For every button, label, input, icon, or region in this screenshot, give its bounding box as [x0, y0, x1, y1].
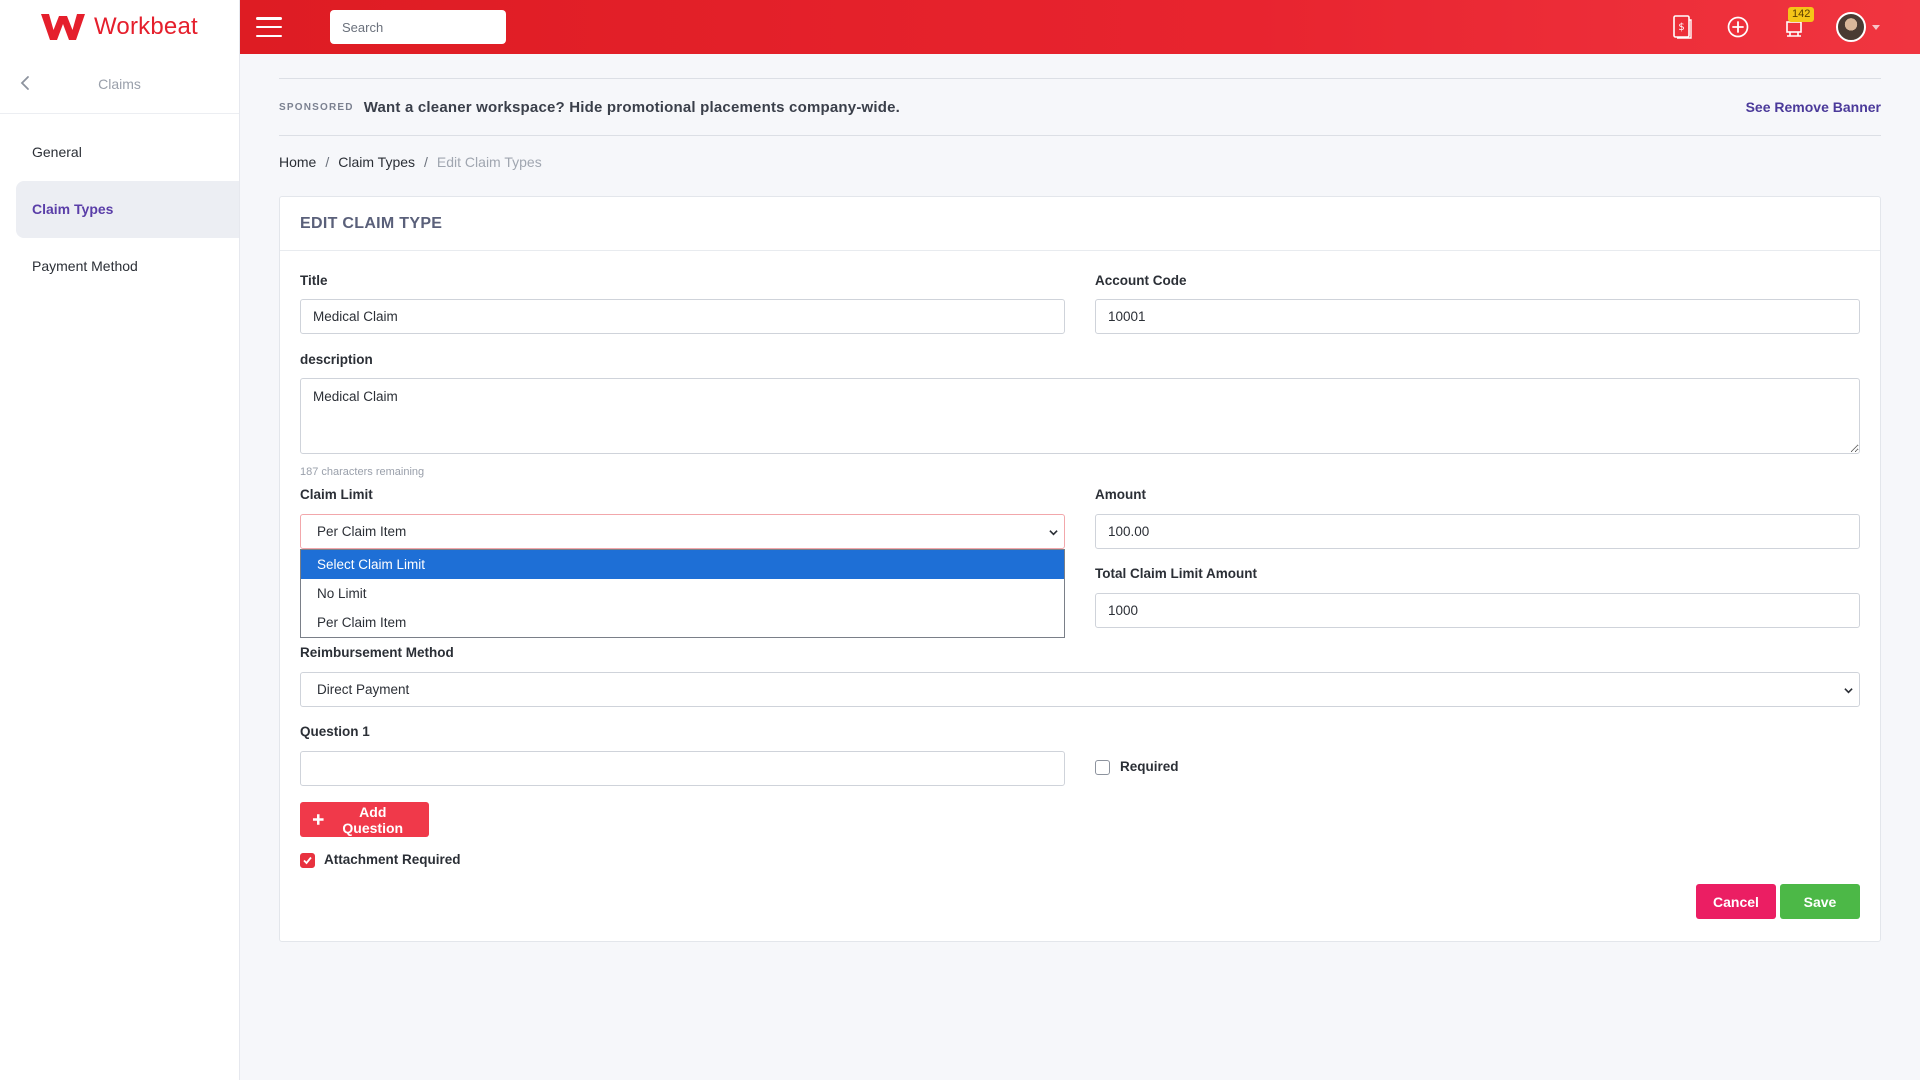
claim-limit-dropdown: Select Claim Limit No Limit Per Claim It…: [300, 549, 1065, 638]
sidebar-item-payment-method[interactable]: Payment Method: [0, 238, 239, 295]
plus-icon: [312, 814, 324, 825]
reimbursement-selected: Direct Payment: [317, 682, 410, 697]
chevron-down-icon: [1049, 530, 1058, 536]
sidebar: Workbeat Claims General Claim Types Paym…: [0, 0, 240, 1080]
page-title: EDIT CLAIM TYPE: [300, 214, 443, 232]
claim-limit-option[interactable]: Per Claim Item: [301, 608, 1064, 637]
remove-banner-link[interactable]: See Remove Banner: [1746, 99, 1881, 115]
reimbursement-select[interactable]: Direct Payment: [300, 672, 1860, 707]
cancel-button[interactable]: Cancel: [1696, 884, 1776, 919]
checkmark-icon: [303, 856, 312, 865]
breadcrumb-separator: /: [325, 154, 330, 170]
description-label: description: [300, 352, 373, 367]
back-arrow-icon[interactable]: [14, 72, 36, 94]
notification-badge: 142: [1788, 7, 1815, 22]
breadcrumb-claim-types[interactable]: Claim Types: [338, 154, 415, 174]
sidebar-item-claim-types[interactable]: Claim Types: [16, 181, 239, 238]
breadcrumb-current: Edit Claim Types: [436, 154, 542, 170]
reimbursement-label: Reimbursement Method: [300, 645, 454, 660]
svg-text:$: $: [1678, 22, 1684, 33]
characters-remaining: 187 characters remaining: [300, 466, 425, 478]
account-code-label: Account Code: [1095, 273, 1187, 288]
claim-limit-option[interactable]: No Limit: [301, 579, 1064, 608]
chevron-down-icon: [1872, 24, 1880, 30]
amount-label: Amount: [1095, 487, 1146, 502]
breadcrumb: Home / Claim Types / Edit Claim Types: [279, 154, 1881, 174]
workbeat-logo-icon: [41, 14, 85, 40]
required-label: Required: [1120, 759, 1179, 774]
brand-name: Workbeat: [94, 13, 198, 40]
sidebar-item-general[interactable]: General: [0, 124, 239, 181]
add-question-label: Add Question: [342, 803, 404, 836]
search-input[interactable]: [330, 10, 506, 44]
topbar: $ 142: [240, 0, 1920, 54]
title-input[interactable]: [300, 299, 1065, 334]
save-button[interactable]: Save: [1780, 884, 1860, 919]
edit-claim-type-card: EDIT CLAIM TYPE Title Account Code descr…: [279, 196, 1881, 942]
topbar-actions: $ 142: [1640, 0, 1880, 54]
required-checkbox[interactable]: [1095, 760, 1110, 775]
card-header: EDIT CLAIM TYPE: [280, 197, 1880, 251]
question-input[interactable]: [300, 751, 1065, 786]
total-limit-input[interactable]: [1095, 593, 1860, 628]
attachment-required-label: Attachment Required: [324, 852, 461, 867]
attachment-required-checkbox[interactable]: [300, 853, 315, 868]
claim-limit-select[interactable]: Per Claim Item: [300, 514, 1065, 549]
breadcrumb-separator: /: [424, 154, 428, 170]
question-label: Question 1: [300, 724, 370, 739]
menu-toggle-icon[interactable]: [256, 17, 282, 37]
sponsored-tag: SPONSORED: [279, 101, 354, 113]
sponsored-message: Want a cleaner workspace? Hide promotion…: [363, 98, 901, 116]
breadcrumb-home[interactable]: Home: [279, 154, 316, 174]
title-label: Title: [300, 273, 328, 288]
description-textarea[interactable]: Medical Claim: [300, 378, 1860, 454]
amount-input[interactable]: [1095, 514, 1860, 549]
trophy-icon[interactable]: 142: [1780, 7, 1815, 41]
total-limit-label: Total Claim Limit Amount: [1095, 566, 1257, 581]
sponsored-banner: SPONSORED Want a cleaner workspace? Hide…: [279, 78, 1881, 136]
account-code-input[interactable]: [1095, 299, 1860, 334]
add-question-button[interactable]: Add Question: [300, 802, 429, 837]
user-menu[interactable]: [1836, 12, 1880, 42]
brand[interactable]: Workbeat: [0, 0, 239, 54]
invoice-icon[interactable]: $: [1668, 13, 1696, 41]
avatar: [1836, 12, 1866, 42]
claim-limit-option[interactable]: Select Claim Limit: [301, 550, 1064, 579]
main-content: SPONSORED Want a cleaner workspace? Hide…: [279, 54, 1881, 942]
claim-limit-label: Claim Limit: [300, 487, 373, 502]
claim-limit-selected: Per Claim Item: [317, 524, 407, 539]
sidebar-header: Claims: [0, 54, 239, 114]
chevron-down-icon: [1844, 688, 1853, 694]
add-circle-icon[interactable]: [1724, 13, 1752, 41]
